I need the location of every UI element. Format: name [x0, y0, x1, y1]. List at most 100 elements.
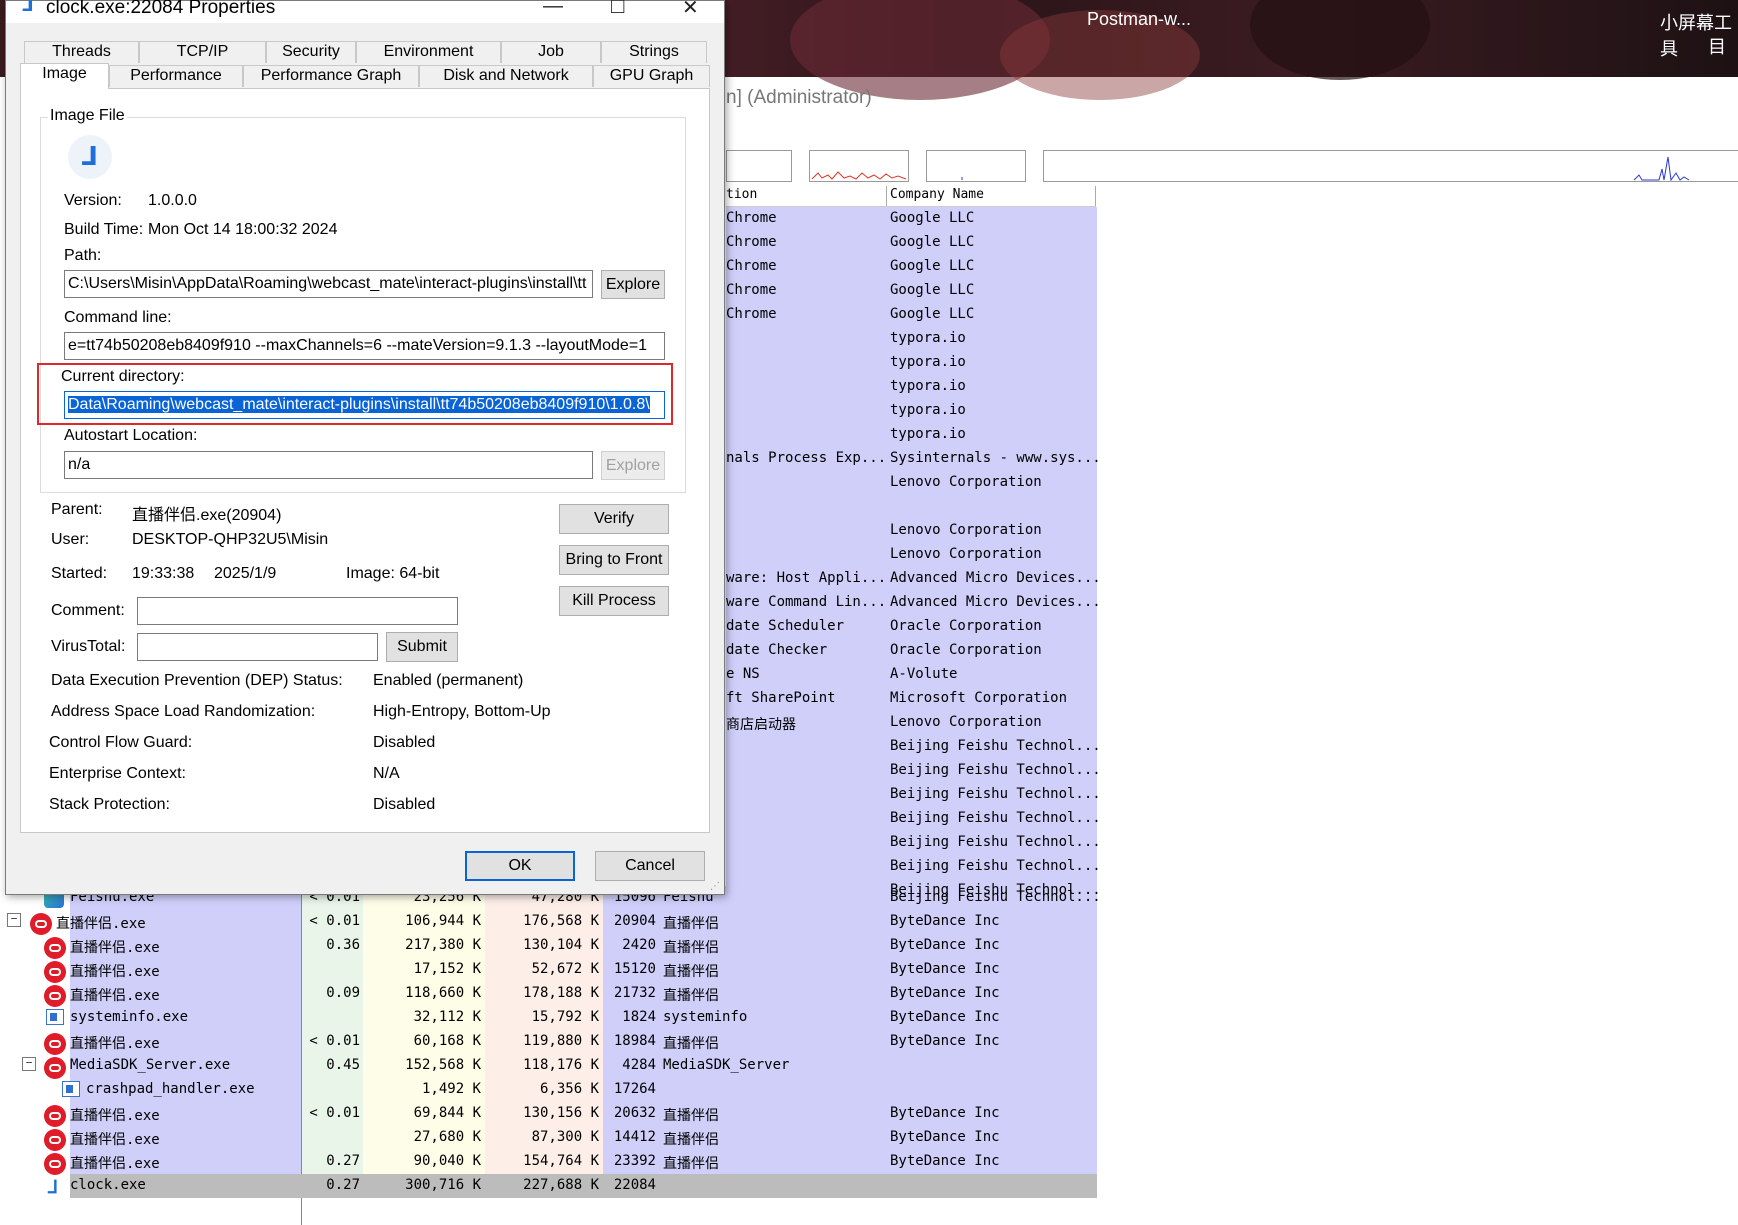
process-company: Beijing Feishu Technol...	[890, 889, 1101, 905]
virustotal-field[interactable]	[137, 633, 378, 661]
cancel-button[interactable]: Cancel	[595, 851, 705, 881]
tab-tcp-ip[interactable]: TCP/IP	[139, 41, 266, 63]
taskbar-item-tool[interactable]: 小屏幕工具	[1660, 9, 1738, 61]
autostart-explore-button[interactable]: Explore	[601, 451, 665, 480]
autostart-field[interactable]: n/a	[64, 451, 593, 479]
ok-button[interactable]: OK	[465, 851, 575, 881]
process-company: ByteDance Inc	[890, 985, 1000, 1001]
process-description: e NS	[726, 666, 760, 682]
dialog-titlebar[interactable]: ⅃ clock.exe:22084 Properties — □ ✕	[6, 0, 724, 23]
image-file-group-label: Image File	[48, 107, 127, 125]
process-working-set: 227,688 K	[523, 1177, 599, 1193]
process-company: ByteDance Inc	[890, 961, 1000, 977]
tab-disk-and-network[interactable]: Disk and Network	[419, 65, 593, 87]
current-directory-field[interactable]: Data\Roaming\webcast_mate\interact-plugi…	[64, 391, 665, 419]
background-window-title: n] (Administrator)	[726, 87, 872, 108]
process-company: typora.io	[890, 378, 966, 394]
user-label: User:	[51, 531, 90, 548]
process-description: Chrome	[726, 210, 777, 226]
tab-security[interactable]: Security	[266, 41, 356, 63]
current-directory-selection: Data\Roaming\webcast_mate\interact-plugi…	[68, 396, 650, 413]
verify-button[interactable]: Verify	[559, 504, 669, 534]
process-company: Beijing Feishu Technol...	[890, 834, 1101, 850]
process-company: Sysinternals - www.sys...	[890, 450, 1101, 466]
process-row[interactable]: − 直播伴侣.exe < 0.01 106,944 K 176,568 K 20904 直播…	[0, 910, 1098, 935]
collapse-toggle-icon[interactable]: −	[7, 913, 21, 927]
submit-button[interactable]: Submit	[386, 632, 458, 662]
version-label: Version:	[64, 192, 122, 209]
process-private-bytes: 118,660 K	[405, 985, 481, 1001]
process-row[interactable]: systeminfo.exe 32,112 K 15,792 K 1824 system…	[0, 1006, 1098, 1030]
process-company: ByteDance Inc	[890, 937, 1000, 953]
process-company: Beijing Feishu Technol...	[890, 858, 1101, 874]
process-cpu: 0.27	[326, 1177, 360, 1193]
process-company: Oracle Corporation	[890, 642, 1042, 658]
close-icon[interactable]: ✕	[682, 0, 699, 20]
process-cpu: 0.45	[326, 1057, 360, 1073]
tab-image[interactable]: Image	[20, 63, 109, 89]
tab-gpu-graph[interactable]: GPU Graph	[593, 65, 710, 87]
image-bits: Image: 64-bit	[346, 565, 440, 582]
process-cpu: 0.27	[326, 1153, 360, 1169]
bytedance-icon	[44, 985, 66, 1007]
process-private-bytes: 90,040 K	[413, 1153, 481, 1169]
tab-performance-graph[interactable]: Performance Graph	[243, 65, 419, 87]
tab-job[interactable]: Job	[501, 41, 601, 63]
command-line-label: Command line:	[64, 309, 172, 326]
path-field[interactable]: C:\Users\Misin\AppData\Roaming\webcast_m…	[64, 270, 593, 298]
process-working-set: 119,880 K	[523, 1033, 599, 1049]
process-company: Beijing Feishu Technol...	[890, 810, 1101, 826]
process-description: Chrome	[726, 282, 777, 298]
process-row[interactable]: 直播伴侣.exe < 0.01 60,168 K 119,880 K 18984 直播伴侣…	[0, 1030, 1098, 1055]
io-graph[interactable]	[926, 150, 1026, 182]
kill-process-button[interactable]: Kill Process	[559, 586, 669, 616]
process-company: ByteDance Inc	[890, 1033, 1000, 1049]
process-name: crashpad_handler.exe	[86, 1081, 255, 1097]
resize-grip-icon[interactable]: ⋰	[710, 881, 720, 892]
process-row[interactable]: 直播伴侣.exe 0.27 90,040 K 154,764 K 23392 直播伴侣 By…	[0, 1150, 1098, 1175]
process-working-set: 87,300 K	[531, 1129, 599, 1145]
tab-environment[interactable]: Environment	[356, 41, 501, 63]
process-cpu: < 0.01	[309, 1033, 360, 1049]
dep-label: Data Execution Prevention (DEP) Status:	[51, 672, 343, 689]
process-company: typora.io	[890, 330, 966, 346]
process-name: 直播伴侣.exe	[70, 1156, 160, 1172]
parent-value: 直播伴侣.exe(20904)	[132, 507, 282, 524]
process-company: Lenovo Corporation	[890, 546, 1042, 562]
commit-graph[interactable]	[809, 150, 909, 182]
process-row[interactable]: 直播伴侣.exe 27,680 K 87,300 K 14412 直播伴侣 ByteDan…	[0, 1126, 1098, 1151]
process-name: 直播伴侣.exe	[70, 988, 160, 1004]
process-working-set: 176,568 K	[523, 913, 599, 929]
process-name: 直播伴侣.exe	[70, 964, 160, 980]
collapse-toggle-icon[interactable]: −	[22, 1057, 36, 1071]
process-private-bytes: 69,844 K	[413, 1105, 481, 1121]
maximize-icon[interactable]: □	[611, 0, 624, 19]
process-pid: 18984	[613, 1033, 656, 1049]
comment-field[interactable]	[137, 597, 458, 625]
process-description: 直播伴侣	[663, 940, 719, 956]
tab-threads[interactable]: Threads	[24, 41, 139, 63]
taskbar-item-postman[interactable]: Postman-w...	[1087, 9, 1191, 30]
tab-performance[interactable]: Performance	[109, 65, 243, 87]
process-row[interactable]: 直播伴侣.exe < 0.01 69,844 K 130,156 K 20632 直播伴侣…	[0, 1102, 1098, 1127]
process-row[interactable]: 直播伴侣.exe 0.09 118,660 K 178,188 K 21732 直播伴侣 B…	[0, 982, 1098, 1007]
cpu-graph[interactable]	[726, 150, 792, 182]
bring-to-front-button[interactable]: Bring to Front	[559, 545, 669, 575]
path-explore-button[interactable]: Explore	[601, 270, 665, 299]
process-company: ByteDance Inc	[890, 1105, 1000, 1121]
process-row[interactable]: ⅃ clock.exe 0.27 300,716 K 227,688 K 22084	[48, 1174, 1097, 1198]
process-row[interactable]: 直播伴侣.exe 17,152 K 52,672 K 15120 直播伴侣 ByteDan…	[0, 958, 1098, 983]
process-row[interactable]: 直播伴侣.exe 0.36 217,380 K 130,104 K 2420 直播伴侣 By…	[0, 934, 1098, 959]
process-company: typora.io	[890, 426, 966, 442]
network-graph[interactable]	[1043, 150, 1738, 182]
process-private-bytes: 217,380 K	[405, 937, 481, 953]
command-line-field[interactable]: e=tt74b50208eb8409f910 --maxChannels=6 -…	[64, 332, 665, 360]
process-description: Chrome	[726, 306, 777, 322]
taskbar-item-tool-line2: 目	[1708, 37, 1726, 57]
process-row[interactable]: crashpad_handler.exe 1,492 K 6,356 K 17264	[0, 1078, 1098, 1102]
process-private-bytes: 1,492 K	[421, 1081, 481, 1097]
minimize-icon[interactable]: —	[543, 0, 563, 18]
process-description: 直播伴侣	[663, 1132, 719, 1148]
process-row[interactable]: − MediaSDK_Server.exe 0.45 152,568 K 118,176…	[0, 1054, 1098, 1079]
tab-strings[interactable]: Strings	[601, 41, 707, 63]
